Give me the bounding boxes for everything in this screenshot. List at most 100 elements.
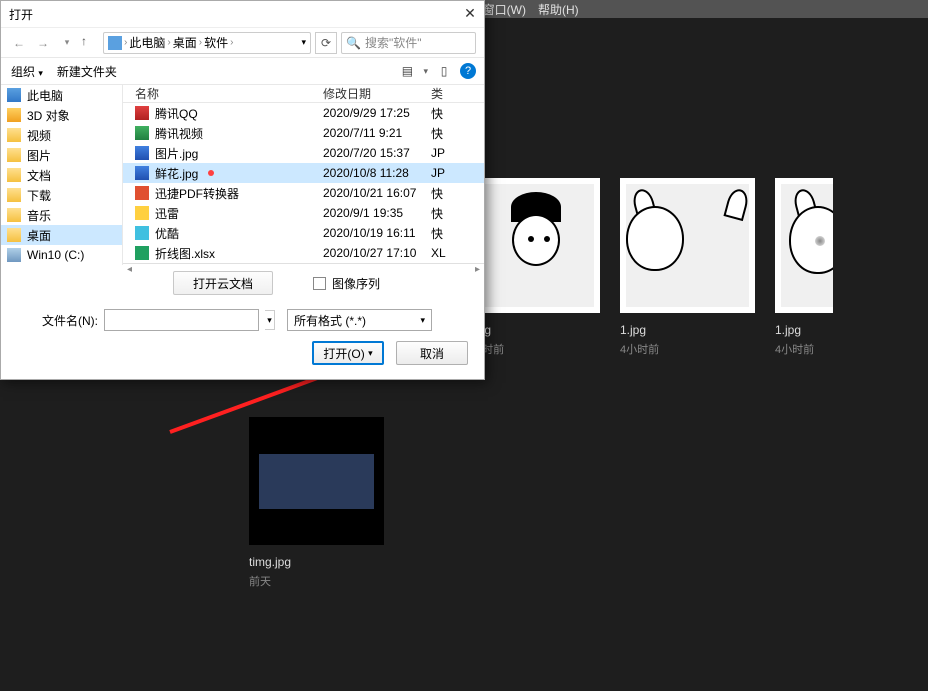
folder-tree: 此电脑 3D 对象 视频 图片 文档 下载 音乐 桌面 Win10 (C:) <box>1 85 123 265</box>
chevron-down-icon[interactable]: ▾ <box>301 37 306 48</box>
thumbnail-time: 4小时前 <box>620 341 755 357</box>
filename-input[interactable] <box>104 309 259 331</box>
thumbnail[interactable]: 1.jpg 4小时前 <box>620 178 755 357</box>
file-filter-select[interactable]: 所有格式 (*.*)▾ <box>287 309 432 331</box>
help-icon[interactable]: ? <box>460 63 476 79</box>
sidebar-label: 此电脑 <box>27 87 63 104</box>
file-name: 腾讯视频 <box>155 125 203 142</box>
sidebar-item[interactable]: Win10 (C:) <box>1 245 122 265</box>
col-date[interactable]: 修改日期 <box>323 85 431 102</box>
cancel-button[interactable]: 取消 <box>396 341 468 365</box>
chevron-down-icon[interactable]: ▾ <box>57 33 77 53</box>
file-row[interactable]: 折线图.xlsx 2020/10/27 17:10 XL <box>123 243 484 263</box>
thumbnail[interactable]: 帅气 3.jpg 4小时前 <box>465 178 600 357</box>
file-open-dialog: 打开 ✕ ← → ▾ ↑ › 此电脑 › 桌面 › 软件 › ▾ ⟳ 🔍 搜索"… <box>0 0 485 380</box>
folder-icon <box>7 248 21 262</box>
file-date: 2020/10/27 17:10 <box>323 246 431 260</box>
file-name: 折线图.xlsx <box>155 245 215 262</box>
file-type: 快 <box>431 105 484 122</box>
thumbnail-image <box>620 178 755 313</box>
folder-icon <box>7 128 21 142</box>
search-icon: 🔍 <box>346 36 361 50</box>
thumbnail-time: 4小时前 <box>465 341 600 357</box>
sidebar-label: 3D 对象 <box>27 107 70 124</box>
thumbnail-name: 3.jpg <box>465 323 600 337</box>
filename-row: 文件名(N): ▾ 所有格式 (*.*)▾ <box>13 309 472 331</box>
breadcrumb-item[interactable]: 此电脑 <box>129 34 165 51</box>
close-icon[interactable]: ✕ <box>460 3 480 23</box>
dialog-title: 打开 <box>9 6 33 23</box>
open-button[interactable]: 打开(O) ▾ <box>312 341 384 365</box>
thumbnail-partial[interactable]: 1.jpg4小时前 <box>775 178 833 357</box>
sidebar-item[interactable]: 3D 对象 <box>1 105 122 125</box>
filename-dropdown-icon[interactable]: ▾ <box>265 310 275 330</box>
file-name: 图片.jpg <box>155 145 198 162</box>
file-date: 2020/7/20 15:37 <box>323 146 431 160</box>
sidebar-label: Win10 (C:) <box>27 248 84 262</box>
file-row[interactable]: 优酷 2020/10/19 16:11 快 <box>123 223 484 243</box>
preview-pane-icon[interactable]: ▯ <box>436 63 452 79</box>
filename-label: 文件名(N): <box>13 312 98 329</box>
sidebar-label: 桌面 <box>27 227 51 244</box>
sidebar-item[interactable]: 下载 <box>1 185 122 205</box>
file-icon <box>135 186 149 200</box>
folder-icon <box>7 108 21 122</box>
search-input[interactable]: 🔍 搜索"软件" <box>341 32 476 54</box>
sidebar-item[interactable]: 图片 <box>1 145 122 165</box>
dialog-toolbar: 组织 ▾ 新建文件夹 ▤ ▾ ▯ ? <box>1 57 484 85</box>
chevron-down-icon[interactable]: ▾ <box>423 66 428 77</box>
up-icon[interactable]: ↑ <box>81 34 99 52</box>
forward-icon[interactable]: → <box>33 33 53 53</box>
file-row[interactable]: 腾讯视频 2020/7/11 9:21 快 <box>123 123 484 143</box>
refresh-icon[interactable]: ⟳ <box>315 32 337 54</box>
organize-menu[interactable]: 组织 ▾ <box>11 63 43 80</box>
file-name: 鲜花.jpg <box>155 165 198 182</box>
new-folder-button[interactable]: 新建文件夹 <box>57 63 117 80</box>
col-type[interactable]: 类 <box>431 85 484 102</box>
menu-item[interactable]: 帮助(H) <box>532 3 585 17</box>
h-scrollbar[interactable]: ◂ ▸ <box>123 263 484 275</box>
thumbnail-name: timg.jpg <box>249 555 384 569</box>
file-icon <box>135 206 149 220</box>
scroll-left-icon[interactable]: ◂ <box>127 264 132 275</box>
pc-icon <box>108 36 122 50</box>
folder-icon <box>7 188 21 202</box>
thumbnail-time: 前天 <box>249 573 384 589</box>
file-icon <box>135 226 149 240</box>
file-icon <box>135 246 149 260</box>
folder-icon <box>7 208 21 222</box>
sidebar-item[interactable]: 文档 <box>1 165 122 185</box>
file-icon <box>135 166 149 180</box>
file-type: JP <box>431 166 484 180</box>
breadcrumb[interactable]: › 此电脑 › 桌面 › 软件 › ▾ <box>103 32 311 54</box>
image-sequence-checkbox[interactable]: 图像序列 <box>313 275 380 292</box>
sidebar-item[interactable]: 桌面 <box>1 225 122 245</box>
thumbnail-timg[interactable]: timg.jpg 前天 <box>249 417 384 589</box>
file-date: 2020/10/19 16:11 <box>323 226 431 240</box>
file-name: 腾讯QQ <box>155 105 198 122</box>
checkbox-icon[interactable] <box>313 277 326 290</box>
file-row[interactable]: 图片.jpg 2020/7/20 15:37 JP <box>123 143 484 163</box>
breadcrumb-item[interactable]: 软件 <box>204 34 228 51</box>
search-placeholder: 搜索"软件" <box>365 34 422 51</box>
back-icon[interactable]: ← <box>9 33 29 53</box>
sidebar-label: 视频 <box>27 127 51 144</box>
file-type: 快 <box>431 225 484 242</box>
view-mode-icon[interactable]: ▤ <box>399 63 415 79</box>
col-name[interactable]: 名称 <box>123 85 323 102</box>
folder-icon <box>7 168 21 182</box>
file-name: 迅雷 <box>155 205 179 222</box>
sidebar-item[interactable]: 此电脑 <box>1 85 122 105</box>
breadcrumb-item[interactable]: 桌面 <box>173 34 197 51</box>
file-name: 优酷 <box>155 225 179 242</box>
file-row[interactable]: 迅雷 2020/9/1 19:35 快 <box>123 203 484 223</box>
sidebar-item[interactable]: 视频 <box>1 125 122 145</box>
file-row[interactable]: 腾讯QQ 2020/9/29 17:25 快 <box>123 103 484 123</box>
file-row[interactable]: 迅捷PDF转换器 2020/10/21 16:07 快 <box>123 183 484 203</box>
file-row[interactable]: 鲜花.jpg 2020/10/8 11:28 JP <box>123 163 484 183</box>
file-type: 快 <box>431 185 484 202</box>
scroll-right-icon[interactable]: ▸ <box>475 264 480 275</box>
sidebar-item[interactable]: 音乐 <box>1 205 122 225</box>
dialog-nav: ← → ▾ ↑ › 此电脑 › 桌面 › 软件 › ▾ ⟳ 🔍 搜索"软件" <box>1 27 484 57</box>
file-list: 名称 修改日期 类 腾讯QQ 2020/9/29 17:25 快 腾讯视频 20… <box>123 85 484 265</box>
